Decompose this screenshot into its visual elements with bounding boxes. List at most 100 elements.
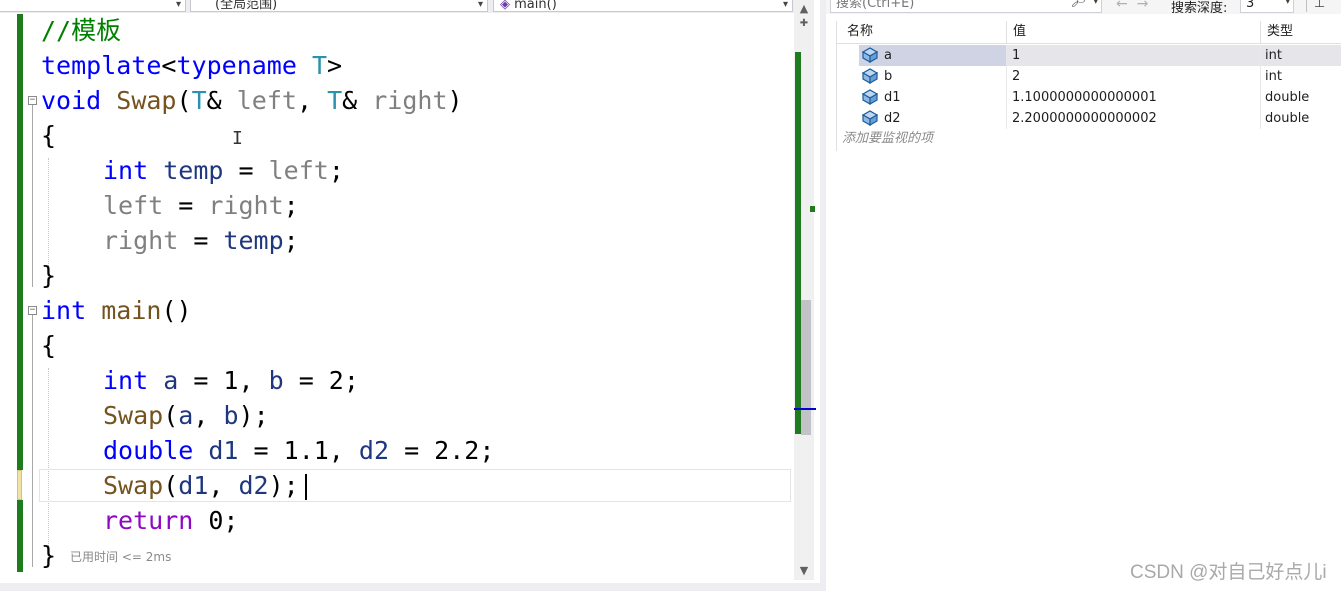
code-line-brace[interactable]: } xyxy=(41,538,56,573)
code-line-swap-double[interactable]: Swap(d1, d2); xyxy=(103,468,299,503)
code-line-assign-left[interactable]: left = right; xyxy=(103,188,299,223)
parameter: left xyxy=(103,191,164,220)
punct: ( xyxy=(163,471,179,500)
chevron-down-icon[interactable]: ▾ xyxy=(1093,0,1098,9)
collapse-icon[interactable]: − xyxy=(28,306,37,315)
literal: = 1, xyxy=(178,366,269,395)
code-line-brace[interactable]: } xyxy=(41,258,56,293)
editor-navigation-bar: ▾ (全局范围) ▾ ◈ main() ▾ xyxy=(0,0,800,13)
code-line-brace[interactable]: { xyxy=(41,118,56,153)
split-icon[interactable]: ✚ xyxy=(794,15,814,33)
watch-row[interactable]: a 1 int xyxy=(837,45,1341,66)
scroll-down-icon[interactable]: ▼ xyxy=(794,562,814,580)
watch-type-cell: int xyxy=(1265,69,1282,84)
punct: > xyxy=(327,51,343,80)
keyword: int xyxy=(103,156,149,185)
cell-separator xyxy=(1260,66,1261,87)
watch-name-cell: d2 xyxy=(884,111,901,126)
chevron-down-icon: ▾ xyxy=(175,0,181,10)
variable-icon xyxy=(861,68,879,84)
literal: 0; xyxy=(193,506,239,535)
change-indicator-unsaved xyxy=(17,470,22,500)
code-line-assign-right[interactable]: right = temp; xyxy=(103,223,299,258)
collapse-icon[interactable]: − xyxy=(28,96,37,105)
project-dropdown[interactable]: ▾ xyxy=(0,0,186,12)
punct: & xyxy=(342,86,373,115)
punct: ; xyxy=(283,226,299,255)
editor-vertical-scrollbar[interactable]: ▲ ✚ ▼ xyxy=(794,0,816,580)
watch-row[interactable]: b 2 int xyxy=(837,66,1341,87)
operator: = xyxy=(178,226,224,255)
arrow-right-icon[interactable]: → xyxy=(1137,0,1149,12)
parameter: left xyxy=(268,156,329,185)
text-caret xyxy=(305,474,307,500)
cell-separator xyxy=(1260,45,1261,66)
code-line-double-decl[interactable]: double d1 = 1.1, d2 = 2.2; xyxy=(103,433,494,468)
code-editor[interactable]: ▾ (全局范围) ▾ ◈ main() ▾ − − //模板 template<ty… xyxy=(0,0,820,591)
watch-value-cell[interactable]: 2.2000000000000002 xyxy=(1012,108,1157,129)
code-line-main-signature[interactable]: int main() xyxy=(41,293,192,328)
scope-dropdown-label: (全局范围) xyxy=(215,0,278,12)
code-line-temp-decl[interactable]: int temp = left; xyxy=(103,153,344,188)
code-line-return[interactable]: return 0; xyxy=(103,503,238,538)
local-variable: d1 xyxy=(208,436,239,465)
keyword: double xyxy=(103,436,194,465)
fold-guide xyxy=(32,105,33,287)
pin-icon[interactable]: ⊥ xyxy=(1314,0,1325,11)
literal: = 2; xyxy=(283,366,359,395)
code-line-template[interactable]: template<typename T> xyxy=(41,48,342,83)
toolbar-separator xyxy=(1306,0,1307,12)
local-variable: d1 xyxy=(178,471,209,500)
scope-dropdown[interactable]: (全局范围) ▾ xyxy=(190,0,488,12)
watch-toolbar: 搜索(Ctrl+E) 🔎︎ ▾ ← → 搜索深度: 3 ▾ ⊥ xyxy=(826,0,1341,16)
watch-value-cell[interactable]: 2 xyxy=(1012,66,1020,87)
local-variable: temp xyxy=(223,226,284,255)
operator: = xyxy=(223,156,269,185)
arrow-left-icon[interactable]: ← xyxy=(1116,0,1128,12)
variable-icon xyxy=(861,47,879,63)
parameter: left xyxy=(236,86,297,115)
punct: , xyxy=(208,471,239,500)
code-line-brace[interactable]: { xyxy=(41,328,56,363)
row-selection xyxy=(1007,45,1341,66)
search-depth-label: 搜索深度: xyxy=(1171,1,1228,16)
code-line-comment[interactable]: //模板 xyxy=(41,13,121,48)
search-depth-select[interactable]: 3 ▾ xyxy=(1240,0,1294,13)
watermark: CSDN @对自己好点儿i xyxy=(1130,562,1327,583)
local-variable: b xyxy=(268,366,284,395)
column-name-header[interactable]: 名称 xyxy=(841,21,1001,43)
punct: ; xyxy=(283,191,299,220)
type-param: T xyxy=(327,86,343,115)
add-watch-row[interactable]: 添加要监视的项 xyxy=(842,128,933,149)
chevron-down-icon: ▾ xyxy=(1285,0,1290,7)
watch-row[interactable]: d2 2.2000000000000002 double xyxy=(837,108,1341,129)
function-name: main xyxy=(101,296,162,325)
watch-value-cell[interactable]: 1 xyxy=(1012,45,1020,66)
punct: ) xyxy=(447,86,463,115)
function-dropdown-label: main() xyxy=(514,0,557,12)
watch-column-header: 名称 值 类型 xyxy=(837,21,1341,44)
watch-value-cell[interactable]: 1.1000000000000001 xyxy=(1012,87,1157,108)
punct: ); xyxy=(268,471,299,500)
local-variable: a xyxy=(163,366,179,395)
change-indicator-saved xyxy=(17,14,23,470)
watch-search-input[interactable]: 搜索(Ctrl+E) 🔎︎ ▾ xyxy=(830,0,1102,13)
punct: ( xyxy=(163,401,179,430)
code-line-swap-int[interactable]: Swap(a, b); xyxy=(103,398,269,433)
code-line-swap-signature[interactable]: void Swap(T& left, T& right) xyxy=(41,83,463,118)
function-dropdown[interactable]: ◈ main() ▾ xyxy=(493,0,793,12)
code-line-int-decl[interactable]: int a = 1, b = 2; xyxy=(103,363,359,398)
search-icon[interactable]: 🔎︎ xyxy=(1070,0,1087,8)
cell-separator xyxy=(1006,108,1007,129)
watch-row[interactable]: d1 1.1000000000000001 double xyxy=(837,87,1341,108)
punct: ; xyxy=(328,156,344,185)
change-indicator-saved xyxy=(17,500,23,572)
column-type-header[interactable]: 类型 xyxy=(1261,21,1341,43)
scroll-thumb[interactable] xyxy=(801,300,811,435)
editor-status-bar xyxy=(0,583,820,591)
keyword: int xyxy=(103,366,149,395)
indent-guide xyxy=(48,158,49,266)
column-value-header[interactable]: 值 xyxy=(1007,21,1257,43)
search-nav[interactable]: ← → xyxy=(1116,0,1148,12)
watch-type-cell: int xyxy=(1265,48,1282,63)
